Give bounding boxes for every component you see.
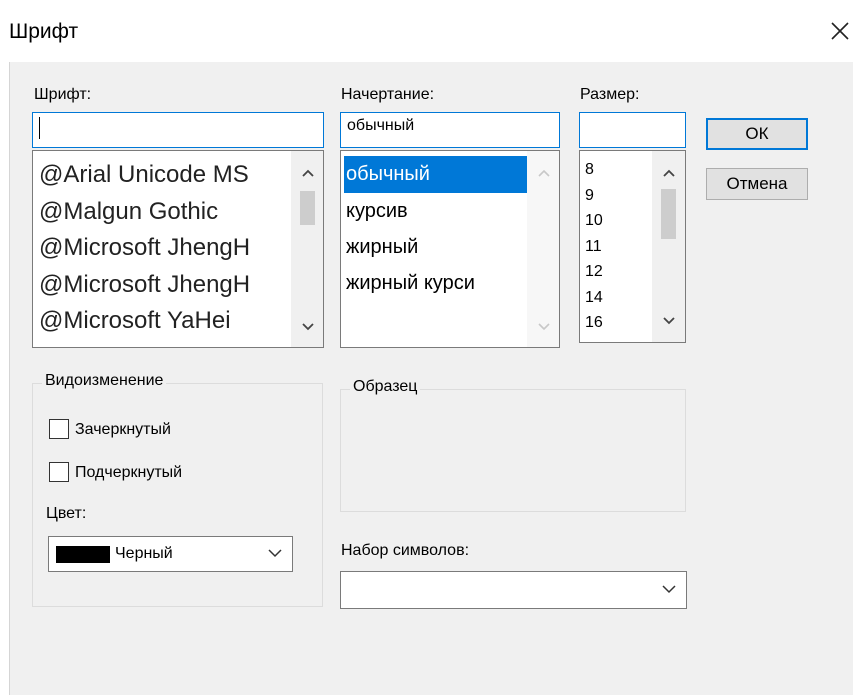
color-swatch	[56, 546, 110, 563]
style-list-item[interactable]: курсив	[344, 193, 528, 229]
chevron-up-icon	[301, 169, 314, 177]
size-list-item[interactable]: 11	[585, 234, 603, 260]
font-style-list[interactable]: обычный курсив жирный жирный курси	[340, 150, 560, 348]
chevron-down-icon	[662, 317, 675, 325]
chevron-down-icon	[662, 581, 676, 599]
charset-select[interactable]	[340, 571, 687, 609]
size-label: Размер:	[580, 86, 640, 103]
chevron-up-icon	[537, 169, 550, 177]
size-list-item[interactable]: 10	[585, 208, 603, 234]
scroll-down-arrow[interactable]	[291, 313, 323, 341]
font-name-input[interactable]	[32, 112, 324, 148]
style-list-item-selected[interactable]: обычный	[344, 156, 528, 193]
effects-group-title: Видоизменение	[42, 372, 167, 390]
color-label: Цвет:	[46, 505, 87, 522]
size-list-item[interactable]: 9	[585, 183, 603, 209]
strikeout-checkbox[interactable]	[49, 419, 69, 439]
scroll-down-arrow[interactable]	[527, 313, 559, 341]
sample-group	[340, 389, 686, 512]
scroll-down-arrow[interactable]	[652, 307, 685, 335]
size-list-item[interactable]: 8	[585, 157, 603, 183]
strikeout-label[interactable]: Зачеркнутый	[75, 421, 171, 439]
scrollbar-thumb[interactable]	[661, 189, 676, 239]
size-list-scrollbar[interactable]	[652, 151, 685, 342]
style-list-scrollbar[interactable]	[527, 151, 559, 347]
font-list-item[interactable]: @Microsoft JhengH	[39, 230, 287, 267]
scrollbar-thumb[interactable]	[300, 191, 315, 225]
chevron-down-icon	[268, 545, 282, 563]
effects-group	[32, 383, 323, 607]
chevron-down-icon	[301, 323, 314, 331]
ok-button[interactable]: ОК	[706, 118, 808, 150]
font-label: Шрифт:	[34, 86, 92, 103]
font-list-item[interactable]: @Microsoft YaHei	[39, 303, 287, 340]
font-list-item[interactable]: @Malgun Gothic	[39, 194, 287, 231]
cancel-button[interactable]: Отмена	[706, 168, 808, 200]
font-name-list[interactable]: @Arial Unicode MS @Malgun Gothic @Micros…	[32, 150, 324, 348]
underline-label[interactable]: Подчеркнутый	[75, 464, 182, 482]
close-button[interactable]	[822, 13, 858, 49]
dialog-title: Шрифт	[9, 20, 79, 43]
scroll-up-arrow[interactable]	[527, 159, 559, 187]
chevron-up-icon	[662, 169, 675, 177]
title-bar: Шрифт	[0, 0, 859, 62]
font-size-input[interactable]	[579, 112, 686, 148]
style-list-item[interactable]: жирный	[344, 229, 528, 265]
scroll-up-arrow[interactable]	[291, 159, 323, 187]
font-size-list[interactable]: 8 9 10 11 12 14 16	[579, 150, 686, 343]
close-icon	[831, 22, 849, 40]
size-list-item[interactable]: 12	[585, 259, 603, 285]
font-list-item[interactable]: @Microsoft JhengH	[39, 267, 287, 304]
charset-label: Набор символов:	[341, 542, 470, 559]
dialog-client-area: Шрифт: @Arial Unicode MS @Malgun Gothic …	[9, 62, 853, 695]
style-label: Начертание:	[341, 86, 435, 103]
color-select-value: Черный	[115, 545, 173, 562]
scroll-up-arrow[interactable]	[652, 159, 685, 187]
text-caret	[39, 117, 40, 139]
underline-checkbox[interactable]	[49, 462, 69, 482]
font-list-scrollbar[interactable]	[291, 151, 323, 347]
font-list-item[interactable]: @Arial Unicode MS	[39, 157, 287, 194]
size-list-item[interactable]: 16	[585, 310, 603, 336]
color-select[interactable]: Черный	[48, 536, 293, 572]
font-style-value: обычный	[347, 117, 415, 134]
font-style-input[interactable]: обычный	[340, 112, 560, 148]
sample-group-title: Образец	[350, 378, 421, 396]
style-list-item[interactable]: жирный курси	[344, 265, 528, 301]
size-list-item[interactable]: 14	[585, 285, 603, 311]
chevron-down-icon	[537, 323, 550, 331]
font-dialog: Шрифт Шрифт: @Arial Unicode MS @Malgun G…	[0, 0, 859, 695]
